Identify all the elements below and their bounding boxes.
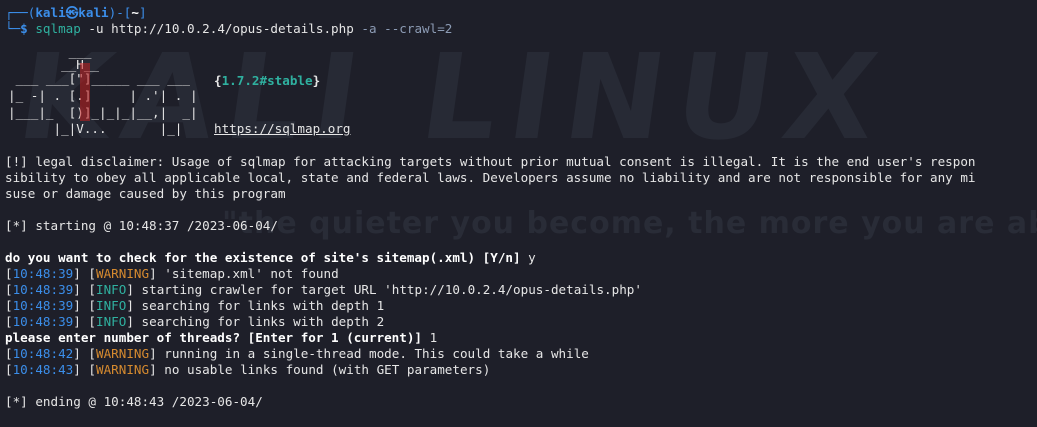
- log-line: [10:48:42] [WARNING] running in a single…: [5, 346, 589, 361]
- logo-line: ___ ___["]_____ ___ ___: [8, 71, 190, 86]
- threads-answer: 1: [429, 330, 438, 345]
- log-line: [10:48:39] [INFO] searching for links wi…: [5, 314, 385, 329]
- log-level: INFO: [96, 314, 127, 329]
- command-flag-crawl: --crawl=2: [376, 21, 453, 36]
- command-name: sqlmap: [35, 21, 81, 36]
- command-flag-a: -a: [361, 21, 377, 36]
- log-message: searching for links with depth 1: [133, 298, 385, 313]
- disclaimer-line: sibility to obey all applicable local, s…: [5, 170, 976, 185]
- prompt-box-bottom: └─: [5, 21, 21, 36]
- threads-question-line: please enter number of threads? [Enter f…: [5, 330, 1035, 346]
- starting-line: [*] starting @ 10:48:37 /2023-06-04/: [5, 218, 278, 233]
- log-time: 10:48:39: [12, 266, 74, 281]
- command-args: -u http://10.0.2.4/opus-details.php: [80, 21, 362, 36]
- prompt-bracket: )-[: [108, 5, 132, 20]
- log-level: INFO: [96, 282, 127, 297]
- prompt-bracket-end: ]: [138, 5, 147, 20]
- threads-question: please enter number of threads? [Enter f…: [5, 330, 430, 345]
- sitemap-question: do you want to check for the existence o…: [5, 250, 529, 265]
- version-label: {1.7.2#stable}: [214, 73, 321, 88]
- log-message: no usable links found (with GET paramete…: [156, 362, 491, 377]
- version-text: 1.7.2#stable: [221, 73, 313, 88]
- log-level: INFO: [96, 298, 127, 313]
- prompt-dollar: $: [20, 21, 36, 36]
- log-message: starting crawler for target URL 'http://…: [133, 282, 642, 297]
- log-time: 10:48:43: [12, 362, 74, 377]
- disclaimer-line: [!] legal disclaimer: Usage of sqlmap fo…: [5, 154, 976, 169]
- ending-line: [*] ending @ 10:48:43 /2023-06-04/: [5, 394, 263, 409]
- sqlmap-site-link[interactable]: https://sqlmap.org: [214, 121, 350, 137]
- logo-line: |_ -| . [.] | .'| . |: [8, 88, 198, 103]
- prompt-cwd: ~: [131, 5, 139, 20]
- disclaimer-line: suse or damage caused by this program: [5, 186, 286, 201]
- log-time: 10:48:39: [12, 282, 74, 297]
- log-message: 'sitemap.xml' not found: [156, 266, 339, 281]
- log-time: 10:48:42: [12, 346, 74, 361]
- sitemap-question-line: do you want to check for the existence o…: [5, 250, 1035, 266]
- log-level: WARNING: [96, 266, 150, 281]
- logo-line: |___|_ [)]_|_|_|__,| _|: [8, 105, 198, 120]
- log-message: running in a single-thread mode. This co…: [156, 346, 589, 361]
- log-line: [10:48:39] [INFO] starting crawler for t…: [5, 282, 642, 297]
- terminal-window[interactable]: KALI LINUX "the quieter you become, the …: [0, 0, 1037, 427]
- prompt-user: kali: [35, 5, 66, 20]
- log-message: searching for links with depth 2: [133, 314, 385, 329]
- log-time: 10:48:39: [12, 314, 74, 329]
- log-level: WARNING: [96, 346, 150, 361]
- prompt-box-top: ┌──: [5, 5, 28, 20]
- log-line: [10:48:39] [INFO] searching for links wi…: [5, 298, 385, 313]
- command-line: └─$ sqlmap -u http://10.0.2.4/opus-detai…: [5, 21, 1035, 37]
- prompt-line: ┌──(kali㉿kali)-[~]: [5, 5, 1035, 21]
- log-line: [10:48:39] [WARNING] 'sitemap.xml' not f…: [5, 266, 339, 281]
- logo-red-bar: [80, 63, 90, 121]
- log-level: WARNING: [96, 362, 150, 377]
- prompt-at-icon: ㉿: [65, 5, 79, 20]
- sitemap-answer: y: [528, 250, 536, 265]
- prompt-host: kali: [78, 5, 109, 20]
- log-line: [10:48:43] [WARNING] no usable links fou…: [5, 362, 491, 377]
- log-time: 10:48:39: [12, 298, 74, 313]
- logo-line: |_|V... |_|: [8, 121, 183, 136]
